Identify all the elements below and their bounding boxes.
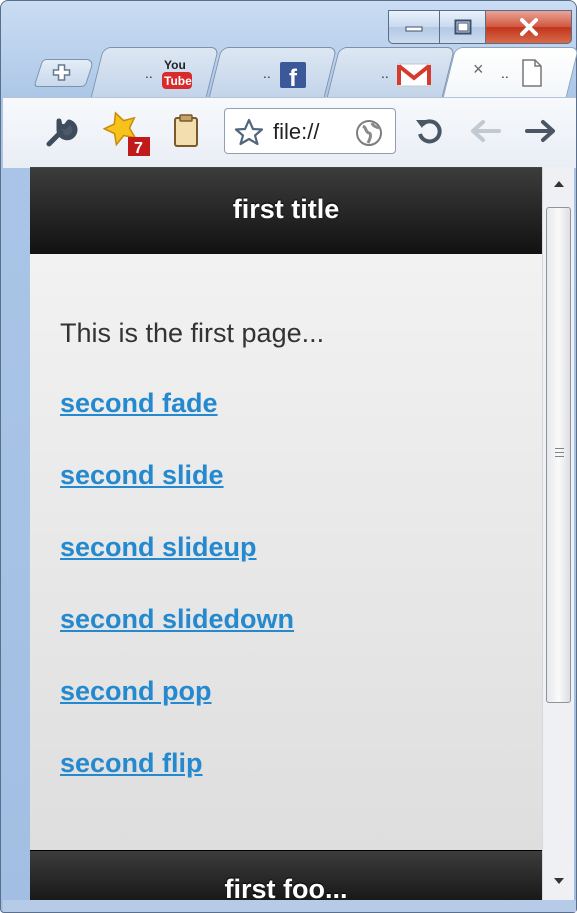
close-window-button[interactable] (486, 10, 572, 44)
window-controls (388, 10, 572, 44)
page-footer: first foo... (30, 850, 542, 900)
tab-active[interactable]: × .. (442, 47, 577, 97)
link-second-slidedown[interactable]: second slidedown (60, 604, 294, 634)
reload-icon[interactable] (414, 116, 444, 151)
youtube-icon: You Tube (161, 57, 193, 96)
minimize-icon (405, 26, 423, 32)
footer-title: first foo... (224, 874, 348, 900)
page-header: first title (30, 167, 542, 256)
tab-gmail[interactable]: .. (326, 47, 456, 97)
scroll-down-button[interactable] (543, 864, 574, 898)
scroll-down-icon (553, 878, 564, 884)
clipboard-icon[interactable] (173, 114, 199, 153)
list-item: second fade (60, 388, 294, 460)
window-bottom-frame (3, 900, 576, 912)
plus-icon (51, 63, 73, 86)
youtube-icon-text-bottom: Tube (164, 74, 192, 88)
scroll-up-button[interactable] (543, 167, 574, 201)
tab-title: .. (501, 65, 509, 81)
grip-icon (555, 448, 564, 460)
page-viewport: first title This is the first page... se… (30, 167, 542, 900)
extension-star-icon[interactable]: 7 (102, 110, 155, 163)
facebook-icon: f (279, 61, 307, 94)
address-text: file:// (273, 119, 320, 144)
tab-title: .. (263, 65, 271, 81)
intro-text: This is the first page... (60, 318, 325, 348)
tab-facebook[interactable]: .. f (208, 47, 338, 97)
maximize-button[interactable] (440, 10, 486, 44)
toolbar: 7 file:// (3, 97, 576, 168)
tab-title: .. (381, 65, 389, 81)
link-second-fade[interactable]: second fade (60, 388, 218, 418)
link-second-flip[interactable]: second flip (60, 748, 203, 778)
bookmark-star-icon[interactable] (234, 118, 264, 151)
list-item: second slideup (60, 532, 294, 604)
link-list: second fade second slide second slideup … (60, 388, 294, 820)
list-item: second slide (60, 460, 294, 532)
wrench-icon[interactable] (45, 118, 79, 153)
tab-strip: .. You Tube .. f .. × .. (1, 45, 577, 97)
minimize-button[interactable] (388, 10, 440, 44)
scroll-thumb[interactable] (546, 207, 571, 703)
page-icon (521, 59, 543, 92)
page-title: first title (232, 194, 340, 224)
page-content: This is the first page... second fade se… (30, 254, 542, 850)
list-item: second slidedown (60, 604, 294, 676)
tab-youtube[interactable]: .. You Tube (90, 47, 220, 97)
new-tab-button[interactable] (33, 59, 95, 87)
link-second-pop[interactable]: second pop (60, 676, 212, 706)
extension-badge-count: 7 (134, 140, 143, 157)
link-second-slideup[interactable]: second slideup (60, 532, 257, 562)
tab-title: .. (145, 65, 153, 81)
tab-close-button[interactable]: × (473, 59, 484, 80)
link-second-slide[interactable]: second slide (60, 460, 224, 490)
vertical-scrollbar[interactable] (542, 167, 574, 900)
youtube-icon-text-top: You (164, 58, 186, 72)
maximize-icon (454, 19, 471, 35)
globe-icon (355, 119, 383, 152)
list-item: second flip (60, 748, 294, 820)
facebook-icon-text: f (289, 65, 298, 89)
list-item: second pop (60, 676, 294, 748)
gmail-icon (397, 63, 431, 92)
address-bar[interactable]: file:// (224, 108, 396, 154)
browser-window: .. You Tube .. f .. × .. 7 file:// first… (0, 0, 577, 913)
scroll-up-icon (553, 181, 564, 187)
forward-icon[interactable] (525, 118, 557, 149)
back-icon[interactable] (469, 118, 501, 149)
close-icon (519, 18, 538, 36)
